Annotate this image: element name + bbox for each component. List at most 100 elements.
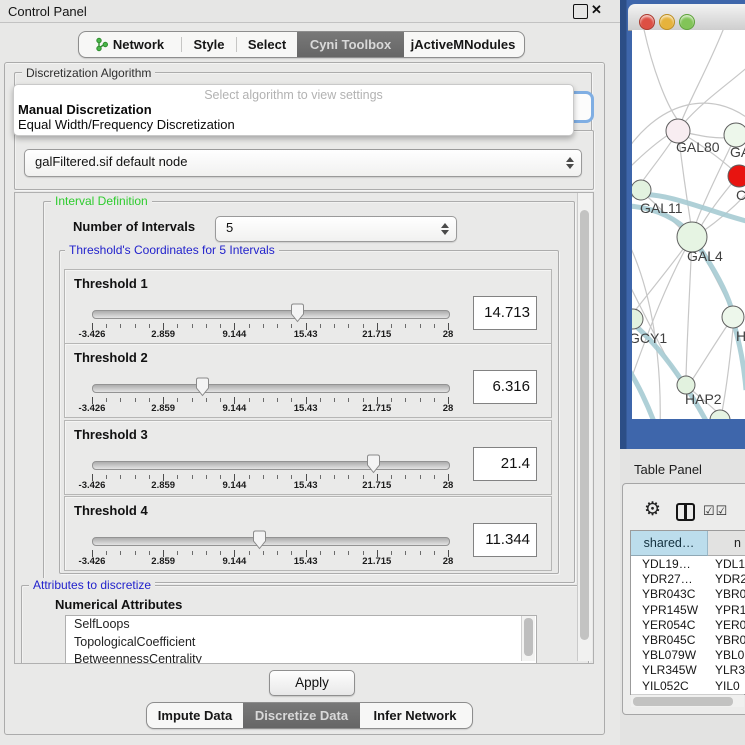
column-header-name[interactable]: n xyxy=(708,531,745,556)
tick-mark xyxy=(135,551,136,555)
menu-item-equal-width-frequency[interactable]: Equal Width/Frequency Discretization xyxy=(18,117,235,132)
network-node-h[interactable] xyxy=(722,306,744,328)
attribute-list-item[interactable]: SelfLoops xyxy=(66,616,536,634)
slider-track[interactable] xyxy=(92,384,450,393)
slider-thumb[interactable] xyxy=(252,530,267,550)
menu-item-manual-discretization[interactable]: Manual Discretization xyxy=(18,102,152,117)
select-columns-icon[interactable]: ☑☑ xyxy=(703,503,728,519)
tick-mark xyxy=(177,324,178,328)
tick-mark xyxy=(135,398,136,402)
table-row[interactable]: YLR345WYLR3 xyxy=(631,663,745,678)
slider-thumb[interactable] xyxy=(195,377,210,397)
network-canvas[interactable]: GAL80GACGAL11GAL4GCY1HHAP2 xyxy=(632,30,745,419)
table-row[interactable]: YBR045CYBR0 xyxy=(631,633,745,648)
combo-spinner-icon[interactable] xyxy=(441,223,449,235)
slider-track[interactable] xyxy=(92,537,450,546)
network-window-titlebar[interactable] xyxy=(628,4,745,31)
threshold-value-field[interactable]: 21.4 xyxy=(473,447,537,481)
tick-mark xyxy=(434,398,435,402)
tab-impute-data[interactable]: Impute Data xyxy=(147,703,243,728)
network-edge xyxy=(682,30,727,120)
tick-mark xyxy=(177,551,178,555)
cell-name: YBR0 xyxy=(715,587,745,601)
tab-cyni-toolbox[interactable]: Cyni Toolbox xyxy=(297,32,404,57)
table-row[interactable]: YBR043C YBR0 xyxy=(631,587,745,602)
threshold-label: Threshold 1 xyxy=(74,276,148,291)
tab-label: jActiveMNodules xyxy=(411,37,516,52)
table-row[interactable]: YER054CYER0 xyxy=(631,618,745,633)
tick-mark xyxy=(106,398,107,402)
tick-mark xyxy=(291,551,292,555)
threshold-panel: Threshold 2-3.4262.8599.14415.4321.71528… xyxy=(64,343,552,418)
column-header-shared-name[interactable]: shared… xyxy=(631,531,708,556)
cell-name: YPR1 xyxy=(715,603,745,617)
attribute-list-item[interactable]: BetweennessCentrality xyxy=(66,651,536,664)
table-row[interactable]: YDL19…YDL1 xyxy=(631,557,745,572)
slider-thumb[interactable] xyxy=(290,303,305,323)
combo-spinner-icon[interactable] xyxy=(566,157,574,169)
network-node-gcy1[interactable] xyxy=(632,309,643,329)
slider-track[interactable] xyxy=(92,310,450,319)
tick-label: 28 xyxy=(443,556,454,567)
tab-network[interactable]: Network xyxy=(79,32,181,57)
tick-mark xyxy=(420,475,421,479)
tick-mark xyxy=(220,475,221,479)
table-row[interactable]: YIL052CYIL0 xyxy=(631,679,745,694)
tick-mark xyxy=(391,398,392,402)
tick-mark xyxy=(348,398,349,402)
close-traffic-light[interactable] xyxy=(639,14,655,30)
slider-thumb[interactable] xyxy=(366,454,381,474)
tab-select[interactable]: Select xyxy=(237,32,297,57)
tick-mark xyxy=(434,324,435,328)
tab-style[interactable]: Style xyxy=(182,32,236,57)
split-columns-icon[interactable] xyxy=(676,503,695,521)
network-node-gal11[interactable] xyxy=(632,180,651,200)
tab-infer-network[interactable]: Infer Network xyxy=(360,703,470,728)
tick-mark xyxy=(263,551,264,555)
number-of-intervals-combo[interactable]: 5 xyxy=(215,216,457,242)
gear-icon[interactable]: ⚙ xyxy=(644,498,661,521)
cell-shared-name: YBR043C xyxy=(642,587,695,601)
cell-name: YLR3 xyxy=(715,663,745,677)
network-node-c[interactable] xyxy=(728,165,745,187)
list-scrollbar[interactable] xyxy=(521,616,535,661)
vertical-scrollbar-thumb[interactable] xyxy=(580,210,589,640)
tick-mark xyxy=(405,551,406,555)
tick-mark xyxy=(177,398,178,402)
table-data-combo[interactable]: galFiltered.sif default node xyxy=(24,149,582,177)
numerical-attributes-label: Numerical Attributes xyxy=(55,597,182,612)
zoom-traffic-light[interactable] xyxy=(679,14,695,30)
tick-mark xyxy=(320,324,321,328)
minimize-traffic-light[interactable] xyxy=(659,14,675,30)
apply-button[interactable]: Apply xyxy=(269,670,355,696)
table-row[interactable]: YPR145WYPR1 xyxy=(631,603,745,618)
network-node[interactable] xyxy=(710,410,730,419)
control-panel: Control Panel ✕ Network Style Select Cyn… xyxy=(0,0,620,745)
slider-track[interactable] xyxy=(92,461,450,470)
attribute-list-item[interactable]: TopologicalCoefficient xyxy=(66,634,536,652)
tick-mark xyxy=(206,475,207,479)
node-label: GAL11 xyxy=(640,200,683,216)
float-button[interactable] xyxy=(573,4,588,19)
tick-label-row: -3.4262.8599.14415.4321.71528 xyxy=(92,556,448,568)
close-button[interactable]: ✕ xyxy=(591,2,602,18)
threshold-value-field[interactable]: 11.344 xyxy=(473,523,537,557)
node-label: GAL4 xyxy=(687,248,723,264)
list-scrollbar-thumb[interactable] xyxy=(524,618,533,656)
tick-label: 15.43 xyxy=(294,556,318,567)
table-row[interactable]: YBL079WYBL0 xyxy=(631,648,745,663)
tick-label-row: -3.4262.8599.14415.4321.71528 xyxy=(92,480,448,492)
cell-name: YBR0 xyxy=(715,633,745,647)
table-horizontal-scrollbar-thumb[interactable] xyxy=(633,697,733,706)
table-row[interactable]: YDR27…YDR2 xyxy=(631,572,745,587)
tick-mark xyxy=(149,551,150,555)
tab-jactivemnodules[interactable]: jActiveMNodules xyxy=(404,32,522,57)
tick-mark xyxy=(363,475,364,479)
threshold-value-field[interactable]: 6.316 xyxy=(473,370,537,404)
tab-discretize-data[interactable]: Discretize Data xyxy=(243,703,360,728)
threshold-value-field[interactable]: 14.713 xyxy=(473,296,537,330)
tab-label: Style xyxy=(193,37,224,52)
tick-mark xyxy=(263,475,264,479)
tick-mark xyxy=(277,324,278,328)
table-horizontal-scrollbar[interactable] xyxy=(631,694,744,707)
